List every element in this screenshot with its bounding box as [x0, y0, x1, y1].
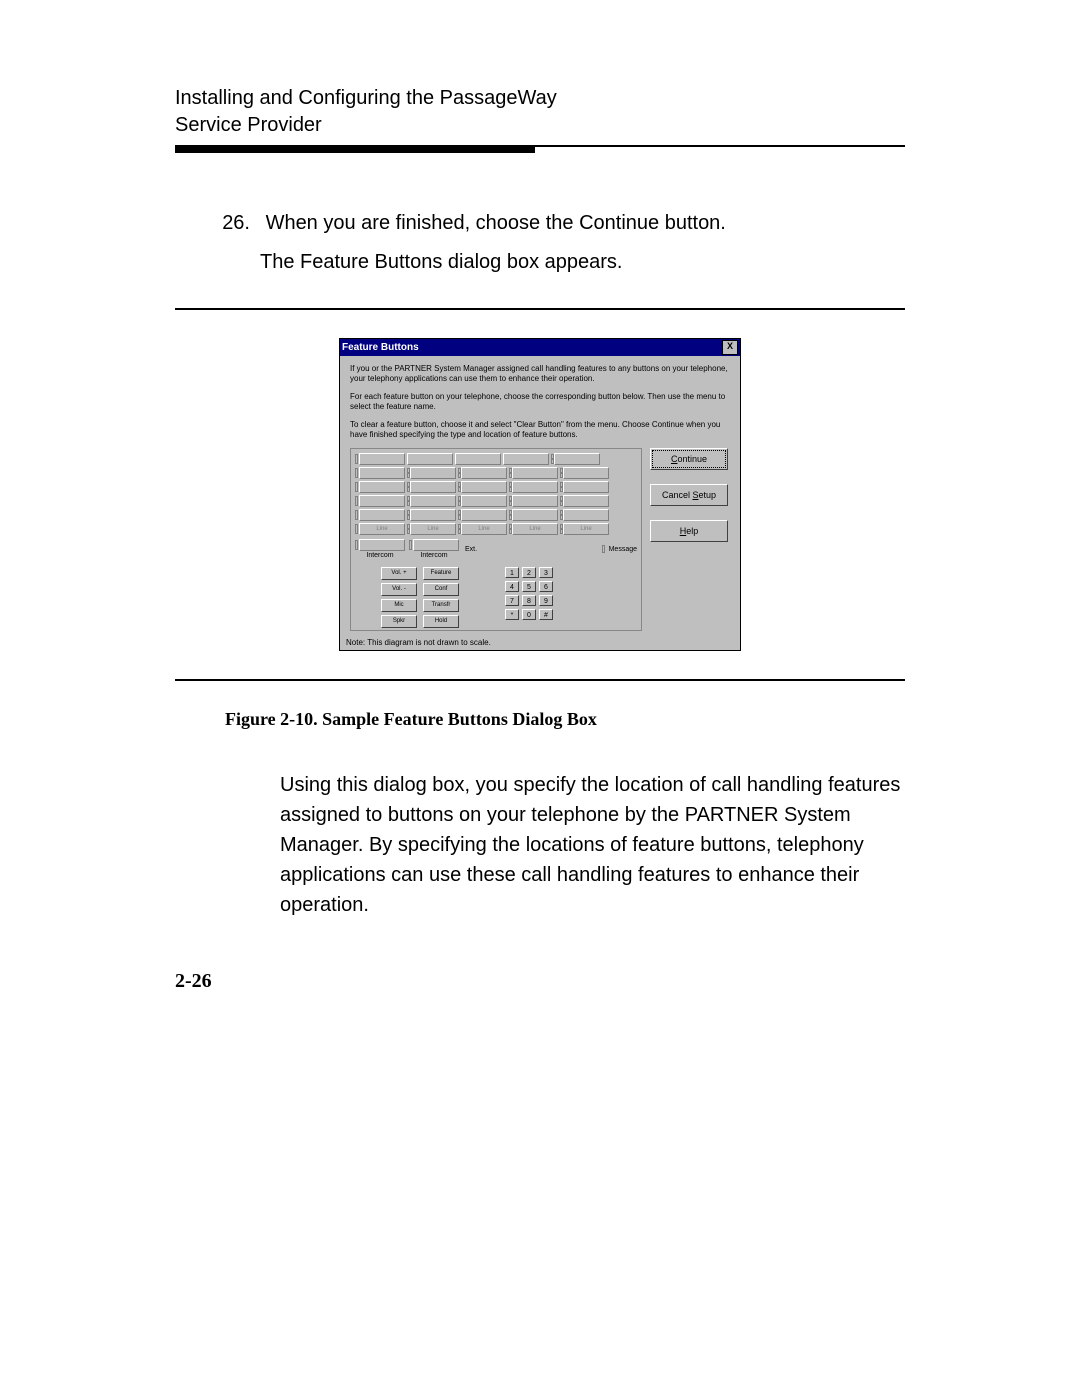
body-paragraph: Using this dialog box, you specify the l…	[280, 770, 905, 920]
dial-key[interactable]: 2	[522, 567, 536, 578]
spkr-key[interactable]: Spkr	[381, 615, 417, 628]
figure-caption: Figure 2-10. Sample Feature Buttons Dial…	[225, 709, 905, 730]
page-number: 2-26	[175, 970, 905, 993]
intercom-row: Intercom Intercom Ext. Messa	[355, 539, 637, 559]
dial-key[interactable]: 7	[505, 595, 519, 606]
fb-cell[interactable]	[560, 509, 609, 521]
step-26: 26. When you are finished, choose the Co…	[250, 208, 905, 278]
fb-cell[interactable]	[458, 467, 507, 479]
dialog-main: Line Line Line Line Line Intercom	[350, 448, 730, 631]
dial-key[interactable]: 6	[539, 581, 553, 592]
keypad-area: Vol. + Vol. - Mic Spkr Feature Conf Tran…	[355, 567, 637, 628]
transfr-key[interactable]: Transfr	[423, 599, 459, 612]
dial-key[interactable]: 3	[539, 567, 553, 578]
step-number: 26.	[210, 208, 260, 239]
step-sub: The Feature Buttons dialog box appears.	[260, 247, 905, 278]
fb-cell[interactable]	[509, 481, 558, 493]
fb-cell[interactable]	[560, 467, 609, 479]
fb-cell[interactable]	[355, 509, 405, 521]
message-indicator: Message	[602, 539, 637, 559]
line-button[interactable]: Line	[458, 523, 507, 535]
dialog-body: If you or the PARTNER System Manager ass…	[340, 356, 740, 637]
fb-cell[interactable]	[407, 453, 453, 465]
fb-cell[interactable]	[560, 481, 609, 493]
intercom-button[interactable]: Intercom	[355, 539, 405, 559]
fb-cell[interactable]	[458, 509, 507, 521]
dial-key[interactable]: 9	[539, 595, 553, 606]
keypad-col-a: Vol. + Vol. - Mic Spkr	[381, 567, 417, 628]
header-line-2: Service Provider	[175, 112, 905, 139]
dialog-titlebar: Feature Buttons X	[340, 339, 740, 356]
dial-key[interactable]: #	[539, 609, 553, 620]
feature-button-grid: Line Line Line Line Line	[355, 453, 637, 535]
fb-cell[interactable]	[509, 467, 558, 479]
header-line-1: Installing and Configuring the PassageWa…	[175, 85, 905, 112]
fb-cell[interactable]	[355, 453, 405, 465]
fb-cell[interactable]	[407, 467, 456, 479]
line-button[interactable]: Line	[560, 523, 609, 535]
vol-down-key[interactable]: Vol. -	[381, 583, 417, 596]
dialog-para-1: If you or the PARTNER System Manager ass…	[350, 364, 730, 384]
dialog-note: Note: This diagram is not drawn to scale…	[340, 637, 740, 650]
step-text: When you are finished, choose the Contin…	[266, 212, 726, 234]
dialpad: 1 2 3 4 5 6 7 8 9 * 0 #	[505, 567, 553, 628]
dial-key[interactable]: 0	[522, 609, 536, 620]
fb-cell[interactable]	[560, 495, 609, 507]
figure-rule-bottom	[175, 679, 905, 681]
cancel-setup-button[interactable]: Cancel Setup	[650, 484, 728, 506]
fb-cell[interactable]	[355, 467, 405, 479]
figure-wrap: Feature Buttons X If you or the PARTNER …	[175, 338, 905, 651]
line-button[interactable]: Line	[407, 523, 456, 535]
fb-cell[interactable]	[551, 453, 600, 465]
dialog-button-column: Continue Cancel Setup Help	[650, 448, 730, 556]
figure-rule-top	[175, 308, 905, 310]
phone-diagram: Line Line Line Line Line Intercom	[350, 448, 642, 631]
line-button[interactable]: Line	[355, 523, 405, 535]
help-button[interactable]: Help	[650, 520, 728, 542]
dialog-para-3: To clear a feature button, choose it and…	[350, 420, 730, 440]
feature-buttons-dialog: Feature Buttons X If you or the PARTNER …	[339, 338, 741, 651]
feature-key[interactable]: Feature	[423, 567, 459, 580]
continue-button[interactable]: Continue	[650, 448, 728, 470]
dial-key[interactable]: *	[505, 609, 519, 620]
keypad-col-b: Feature Conf Transfr Hold	[423, 567, 459, 628]
fb-cell[interactable]	[407, 509, 456, 521]
hold-key[interactable]: Hold	[423, 615, 459, 628]
page: Installing and Configuring the PassageWa…	[0, 0, 1080, 1053]
dial-key[interactable]: 4	[505, 581, 519, 592]
fb-cell[interactable]	[407, 481, 456, 493]
fb-cell[interactable]	[509, 509, 558, 521]
fb-cell[interactable]	[458, 495, 507, 507]
fb-cell[interactable]	[509, 495, 558, 507]
dial-key[interactable]: 1	[505, 567, 519, 578]
fb-cell[interactable]	[455, 453, 501, 465]
header-rule-thick	[175, 147, 535, 153]
page-header: Installing and Configuring the PassageWa…	[175, 85, 905, 139]
fb-cell[interactable]	[355, 481, 405, 493]
fb-cell[interactable]	[503, 453, 549, 465]
dialog-title: Feature Buttons	[342, 342, 419, 353]
fb-cell[interactable]	[355, 495, 405, 507]
intercom-button[interactable]: Intercom	[409, 539, 459, 559]
fb-cell[interactable]	[458, 481, 507, 493]
ext-label: Ext.	[465, 539, 477, 559]
dial-key[interactable]: 8	[522, 595, 536, 606]
line-button[interactable]: Line	[509, 523, 558, 535]
dial-key[interactable]: 5	[522, 581, 536, 592]
fb-cell[interactable]	[407, 495, 456, 507]
conf-key[interactable]: Conf	[423, 583, 459, 596]
mic-key[interactable]: Mic	[381, 599, 417, 612]
vol-up-key[interactable]: Vol. +	[381, 567, 417, 580]
dialog-para-2: For each feature button on your telephon…	[350, 392, 730, 412]
close-icon[interactable]: X	[722, 340, 738, 355]
